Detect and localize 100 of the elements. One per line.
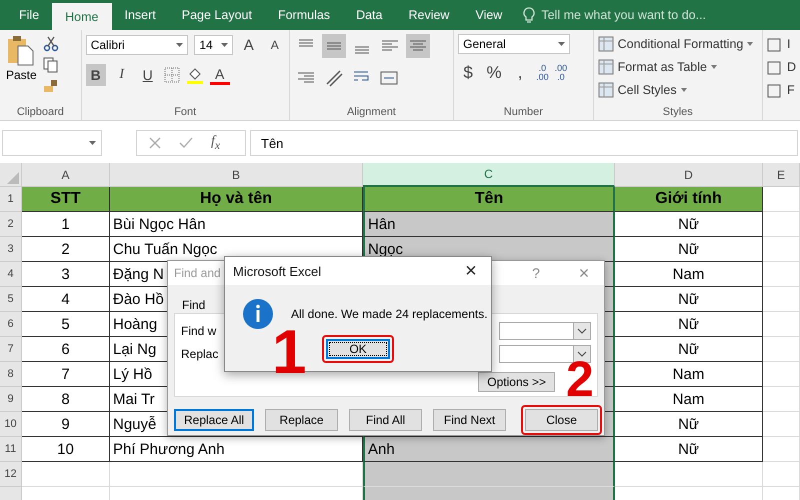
ribbon-tab[interactable]: File bbox=[6, 0, 52, 30]
caret-icon bbox=[711, 65, 717, 69]
row-header[interactable]: 5 bbox=[0, 287, 22, 312]
row-header[interactable]: 12 bbox=[0, 462, 22, 487]
group-label: Font bbox=[174, 106, 196, 118]
close-button[interactable]: × bbox=[564, 262, 604, 284]
cells-button[interactable]: D bbox=[766, 57, 796, 77]
step-number: 2 bbox=[566, 354, 594, 404]
column-header[interactable]: A bbox=[22, 163, 110, 187]
styles-button[interactable]: Format as Table bbox=[598, 57, 758, 77]
column-header[interactable]: D bbox=[615, 163, 763, 187]
table-cell: Bùi Ngọc Hân bbox=[110, 212, 363, 237]
italic-button[interactable]: I bbox=[112, 64, 132, 86]
table-cell: Anh bbox=[363, 437, 615, 462]
ribbon-tab[interactable]: View bbox=[462, 0, 516, 30]
column-header[interactable]: B bbox=[110, 163, 363, 187]
number-format-dropdown[interactable]: General bbox=[458, 34, 570, 54]
empty-cell bbox=[763, 412, 800, 437]
scissors-icon[interactable] bbox=[42, 36, 59, 52]
decimal-button[interactable]: .00 .0 bbox=[554, 64, 568, 82]
row-header[interactable]: 6 bbox=[0, 312, 22, 337]
cell-grid-icon bbox=[766, 59, 783, 75]
dialog-title: Find and bbox=[174, 266, 221, 280]
options-button[interactable]: Options >> bbox=[478, 372, 555, 392]
dialog-button[interactable]: Find Next bbox=[433, 409, 506, 431]
table-cell: STT bbox=[22, 187, 110, 212]
ok-button[interactable]: OK bbox=[326, 339, 390, 359]
underline-button[interactable]: U bbox=[138, 64, 158, 86]
styles-button[interactable]: Conditional Formatting bbox=[598, 34, 758, 54]
align-middle-icon[interactable] bbox=[322, 34, 346, 58]
help-button[interactable]: ? bbox=[516, 265, 556, 281]
empty-cell bbox=[763, 312, 800, 337]
brush-icon[interactable] bbox=[42, 78, 59, 94]
chevron-down-icon[interactable] bbox=[573, 323, 590, 339]
empty-cell bbox=[763, 237, 800, 262]
ribbon-tab[interactable]: Insert bbox=[112, 0, 169, 30]
table-cell: 4 bbox=[22, 287, 110, 312]
table-cell: 7 bbox=[22, 362, 110, 387]
caret-icon bbox=[680, 88, 687, 92]
styles-button[interactable]: Cell Styles bbox=[598, 80, 758, 100]
ribbon-tab[interactable]: Home bbox=[52, 3, 112, 30]
row-header[interactable]: 1 bbox=[0, 187, 22, 212]
ribbon-tab[interactable]: Page Layout bbox=[168, 0, 265, 30]
table-grid-icon bbox=[598, 36, 614, 52]
empty-cell bbox=[763, 362, 800, 387]
row-header[interactable]: 11 bbox=[0, 437, 22, 462]
shrink-font-button[interactable]: A bbox=[264, 34, 285, 56]
row-header[interactable]: 2 bbox=[0, 212, 22, 237]
align-center-icon[interactable] bbox=[406, 34, 430, 58]
replace-with-field[interactable] bbox=[499, 345, 591, 363]
font-name-dropdown[interactable]: Calibri bbox=[86, 35, 188, 55]
formula-field[interactable]: Tên bbox=[250, 130, 798, 156]
row-header[interactable]: 3 bbox=[0, 237, 22, 262]
cells-button[interactable]: I bbox=[766, 34, 796, 54]
font-size-dropdown[interactable]: 14 bbox=[194, 35, 233, 55]
empty-cell bbox=[763, 212, 800, 237]
caret-icon bbox=[89, 141, 96, 145]
ribbon-tab[interactable]: Review bbox=[395, 0, 462, 30]
number-format-button[interactable]: % bbox=[484, 62, 504, 84]
row-header[interactable]: 8 bbox=[0, 362, 22, 387]
group-label: Clipboard bbox=[16, 106, 64, 118]
column-header[interactable]: C bbox=[363, 163, 615, 187]
dialog-button[interactable]: Find All bbox=[349, 409, 422, 431]
row-header[interactable]: 4 bbox=[0, 262, 22, 287]
table-cell: Hân bbox=[363, 212, 615, 237]
empty-cell bbox=[763, 387, 800, 412]
cell-grid-icon bbox=[766, 36, 783, 52]
table-cell: 10 bbox=[22, 437, 110, 462]
ribbon-tab[interactable]: Data bbox=[343, 0, 396, 30]
chevron-down-icon[interactable] bbox=[573, 346, 590, 362]
row-header[interactable]: 10 bbox=[0, 412, 22, 437]
number-format-button[interactable]: , bbox=[510, 62, 530, 84]
tell-me-field[interactable]: Tell me what you want to do... bbox=[539, 7, 744, 23]
number-format-button[interactable]: $ bbox=[458, 62, 478, 84]
ribbon-tab[interactable]: Formulas bbox=[264, 0, 344, 30]
find-tab[interactable]: Find bbox=[182, 297, 206, 313]
table-cell: 1 bbox=[22, 212, 110, 237]
copy-icon[interactable] bbox=[42, 57, 59, 73]
row-header[interactable]: 7 bbox=[0, 337, 22, 362]
borders-icon[interactable] bbox=[164, 67, 180, 83]
caret-icon bbox=[747, 42, 754, 46]
table-grid-icon bbox=[598, 59, 614, 75]
fill-bucket-icon[interactable] bbox=[186, 66, 204, 84]
cells-button[interactable]: F bbox=[766, 80, 796, 100]
table-cell: Nữ bbox=[615, 287, 763, 312]
find-what-field[interactable] bbox=[499, 322, 591, 340]
dialog-button[interactable]: Replace bbox=[265, 409, 338, 431]
column-header[interactable]: E bbox=[763, 163, 800, 187]
row-header[interactable]: 9 bbox=[0, 387, 22, 412]
close-button[interactable]: × bbox=[451, 260, 491, 282]
grow-font-button[interactable]: A bbox=[238, 34, 259, 56]
dialog-button[interactable]: Close bbox=[525, 409, 598, 431]
bold-button[interactable]: B bbox=[86, 64, 106, 86]
font-color-button[interactable]: A bbox=[210, 66, 230, 84]
paste-button[interactable]: Paste bbox=[4, 34, 39, 94]
dialog-button[interactable]: Replace All bbox=[174, 409, 254, 431]
table-cell: 5 bbox=[22, 312, 110, 337]
insert-function-button[interactable]: f$_{x}$ bbox=[211, 134, 220, 152]
decimal-button[interactable]: .0 .00 bbox=[536, 64, 549, 82]
table-cell: 3 bbox=[22, 262, 110, 287]
